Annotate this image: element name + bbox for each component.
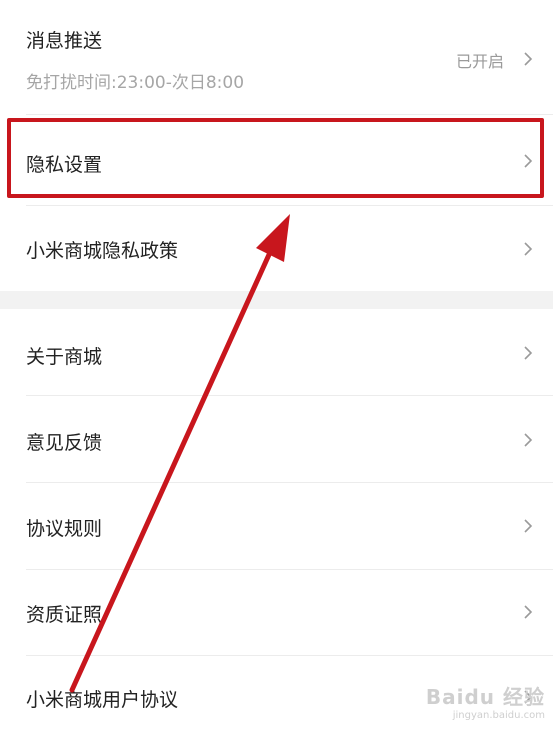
chevron-right-icon [524, 242, 533, 256]
chevron-right-icon [524, 154, 533, 168]
chevron-right-icon [524, 433, 533, 447]
settings-row-feedback[interactable]: 意见反馈 [0, 396, 553, 482]
push-subtitle: 免打扰时间:23:00-次日8:00 [26, 73, 245, 93]
privacy-policy-label: 小米商城隐私政策 [26, 240, 179, 262]
agreements-label: 协议规则 [26, 518, 103, 540]
chevron-right-icon [524, 519, 533, 533]
settings-row-agreements[interactable]: 协议规则 [0, 483, 553, 569]
settings-row-about[interactable]: 关于商城 [0, 309, 553, 395]
licenses-label: 资质证照 [26, 604, 103, 626]
push-status: 已开启 [456, 52, 505, 71]
feedback-label: 意见反馈 [26, 432, 103, 454]
settings-row-push[interactable]: 消息推送 免打扰时间:23:00-次日8:00 已开启 [0, 0, 553, 114]
chevron-right-icon [524, 346, 533, 360]
about-label: 关于商城 [26, 346, 103, 368]
baidu-watermark: Baidu 经验 jingyan.baidu.com [426, 681, 545, 721]
chevron-right-icon [524, 52, 533, 66]
settings-row-licenses[interactable]: 资质证照 [0, 570, 553, 655]
watermark-text: Baidu 经验 [425, 685, 545, 709]
chevron-right-icon [524, 605, 533, 619]
settings-row-privacy[interactable]: 隐私设置 [0, 115, 553, 205]
privacy-settings-label: 隐私设置 [26, 154, 103, 176]
push-title: 消息推送 [26, 30, 103, 52]
section-gap [0, 291, 553, 309]
user-agreement-label: 小米商城用户协议 [26, 689, 179, 711]
watermark-sub: jingyan.baidu.com [452, 710, 545, 721]
settings-row-privacy-policy[interactable]: 小米商城隐私政策 [0, 206, 553, 291]
